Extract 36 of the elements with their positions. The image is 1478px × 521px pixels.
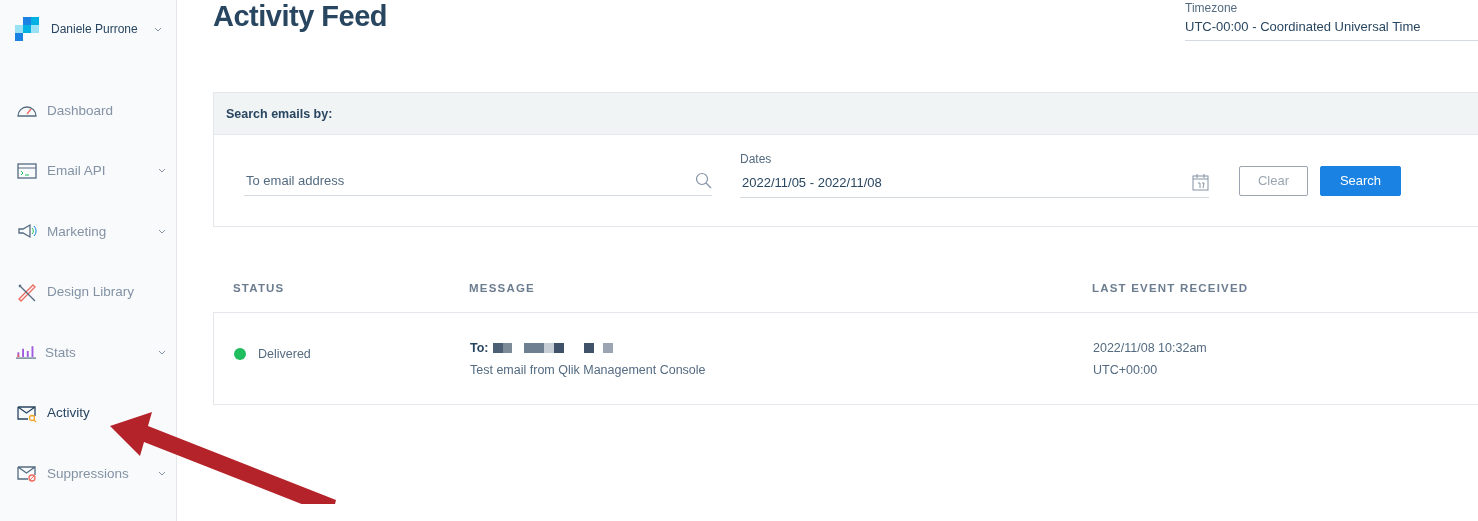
chevron-down-icon[interactable] — [154, 26, 162, 32]
panel-title: Search emails by: — [226, 106, 333, 121]
nav-item[interactable]: Design Library — [47, 284, 166, 300]
chevron-down-icon[interactable] — [158, 168, 166, 174]
envelope-blocked-icon — [16, 463, 38, 484]
chevron-down-icon[interactable] — [158, 470, 166, 476]
event-timezone: UTC+00:00 — [1093, 362, 1159, 377]
email-search-field[interactable]: To email address — [244, 171, 695, 189]
date-range-field[interactable]: 2022/11/05 - 2022/11/08 — [740, 173, 1192, 191]
terminal-window-icon — [16, 160, 38, 181]
dates-label: Dates — [740, 151, 773, 166]
account-name[interactable]: Daniele Purrone — [51, 22, 142, 36]
nav-item[interactable]: Activity — [47, 405, 166, 421]
page-title: Activity Feed — [213, 0, 387, 34]
timezone-select[interactable]: UTC-00:00 - Coordinated Universal Time — [1185, 14, 1478, 41]
logo-icon — [15, 17, 39, 41]
bar-chart-icon — [16, 345, 36, 359]
search-icon — [695, 171, 712, 189]
search-button[interactable]: Search — [1320, 165, 1401, 196]
nav-item[interactable]: Email API — [47, 163, 149, 179]
column-header: LAST EVENT RECEIVED — [1092, 281, 1250, 294]
column-header: STATUS — [233, 281, 286, 294]
event-date: 2022/11/08 10:32am — [1093, 340, 1208, 355]
timezone-label: Timezone — [1185, 2, 1238, 14]
recipient-label: To: — [470, 340, 489, 355]
chevron-down-icon[interactable] — [158, 349, 166, 355]
message-subject: Test email from Qlik Management Console — [470, 362, 707, 377]
nav-item[interactable]: Marketing — [47, 223, 149, 239]
chevron-down-icon[interactable] — [158, 228, 166, 234]
nav-item[interactable]: Dashboard — [47, 102, 166, 118]
column-header: MESSAGE — [469, 281, 536, 294]
nav-item[interactable]: Suppressions — [47, 465, 149, 481]
clear-button[interactable]: Clear — [1239, 165, 1308, 196]
calendar-icon — [1192, 173, 1209, 191]
nav-item[interactable]: Stats — [45, 344, 149, 360]
status-text: Delivered — [258, 346, 311, 361]
